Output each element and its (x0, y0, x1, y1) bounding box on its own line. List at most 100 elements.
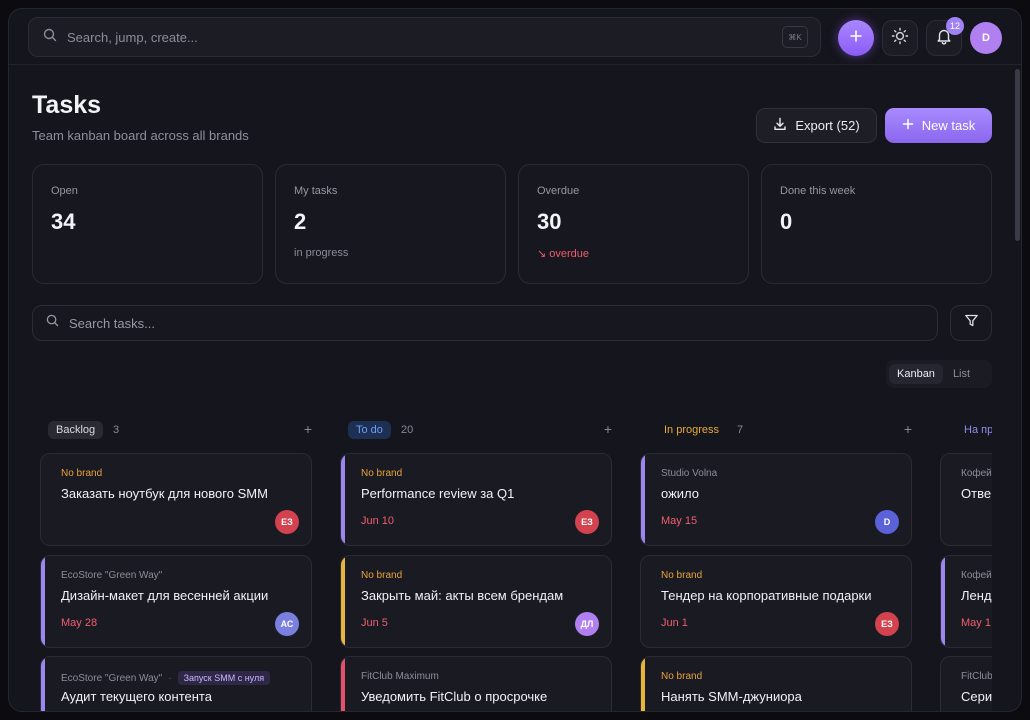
add-task-to-column-button[interactable]: + (604, 421, 612, 437)
card-brand-row: FitClub (961, 671, 992, 682)
stat-hint: in progress (294, 247, 349, 259)
assignee-avatar[interactable]: ЕЗ (275, 510, 299, 534)
plus-icon (849, 29, 863, 48)
card-status-strip (941, 556, 945, 647)
column-header: In progress 7 + (640, 409, 912, 453)
card-brand-row: No brand (361, 570, 402, 581)
card-brand-row: No brand (661, 570, 702, 581)
view-list-tab[interactable]: List (945, 364, 978, 384)
card-title: Нанять SMM-джуниора (661, 689, 802, 704)
card-due-date: May 28 (61, 617, 98, 629)
card-brand-row: FitClub Maximum (361, 671, 439, 682)
task-card[interactable]: Кофей Ленд May 1 (940, 555, 992, 648)
card-brand: Studio Volna (661, 468, 718, 479)
card-title: Сери (961, 689, 992, 704)
sun-icon (891, 27, 909, 50)
task-card[interactable]: Studio Volna ожило May 15 D (640, 453, 912, 546)
separator-dot: · (168, 672, 172, 684)
stat-label: Open (51, 185, 78, 197)
card-title: Тендер на корпоративные подарки (661, 588, 872, 603)
task-search-placeholder: Search tasks... (69, 315, 155, 331)
new-task-label: New task (921, 118, 976, 133)
card-due-date: Jun 1 (661, 617, 688, 629)
add-task-to-column-button[interactable]: + (304, 421, 312, 437)
global-search-input[interactable]: Search, jump, create... ⌘K (28, 17, 821, 57)
card-brand: No brand (661, 671, 703, 682)
shortcut-hint: ⌘K (782, 26, 808, 48)
card-brand: Кофей (961, 468, 992, 479)
card-status-strip (41, 657, 45, 711)
task-card[interactable]: EcoStore "Green Way" · Запуск SMM с нуля Ау… (40, 656, 312, 711)
filter-button[interactable] (950, 305, 992, 341)
task-card[interactable]: No brand Заказать ноутбук для нового SMM Е… (40, 453, 312, 546)
quick-create-button[interactable] (838, 20, 874, 56)
task-card[interactable]: EcoStore "Green Way" Дизайн-макет для вес… (40, 555, 312, 648)
task-card[interactable]: No brand Performance review за Q1 Jun 10 ЕЗ (340, 453, 612, 546)
task-card[interactable]: FitClub Сери (940, 656, 992, 711)
user-avatar[interactable]: D (970, 22, 1002, 54)
scrollbar-thumb[interactable] (1015, 69, 1020, 241)
assignee-avatar[interactable]: ДЛ (575, 612, 599, 636)
task-card[interactable]: No brand Нанять SMM-джуниора (640, 656, 912, 711)
card-brand: No brand (661, 570, 703, 581)
column-title: To do (348, 421, 391, 439)
card-title: Дизайн-макет для весенней акции (61, 588, 269, 603)
task-card[interactable]: FitClub Maximum Уведомить FitClub о проср… (340, 656, 612, 711)
card-brand: FitClub Maximum (361, 671, 439, 682)
card-brand: No brand (61, 468, 103, 479)
new-task-button[interactable]: New task (885, 108, 992, 143)
add-task-to-column-button[interactable]: + (904, 421, 912, 437)
column-count: 7 (737, 424, 744, 436)
card-due-date: Jun 5 (361, 617, 388, 629)
card-title: Performance review за Q1 (361, 486, 515, 501)
card-title: Уведомить FitClub о просрочке (361, 689, 548, 704)
card-brand: Кофей (961, 570, 992, 581)
column-header: Backlog 3 + (40, 409, 312, 453)
assignee-avatar[interactable]: ЕЗ (575, 510, 599, 534)
card-title: Аудит текущего контента (61, 689, 212, 704)
assignee-avatar[interactable]: АС (275, 612, 299, 636)
card-brand-row: Кофей (961, 570, 992, 581)
card-project-tag[interactable]: Запуск SMM с нуля (177, 671, 271, 685)
card-brand-row: EcoStore "Green Way" (61, 570, 162, 581)
assignee-avatar[interactable]: ЕЗ (875, 612, 899, 636)
kanban-column: Backlog 3 + No brand Заказать ноутбук для но… (40, 409, 312, 711)
card-brand: No brand (361, 570, 403, 581)
stat-value: 0 (780, 209, 793, 234)
kanban-column: In progress 7 + Studio Volna ожило May 15 D No … (640, 409, 912, 711)
card-title: Ленд (961, 588, 992, 603)
stat-label: Done this week (780, 185, 856, 197)
card-brand: EcoStore "Green Way" (61, 570, 163, 581)
card-status-strip (341, 657, 345, 711)
notification-count-badge: 12 (946, 17, 964, 35)
column-header: To do 20 + (340, 409, 612, 453)
card-brand-row: No brand (661, 671, 702, 682)
app-window: Search, jump, create... ⌘K 12 D Tasks Te… (8, 8, 1022, 712)
task-card[interactable]: No brand Тендер на корпоративные подарки J… (640, 555, 912, 648)
task-card[interactable]: Кофей Отве (940, 453, 992, 546)
export-label: Export (52) (795, 118, 860, 133)
stat-label: My tasks (294, 185, 338, 197)
task-card[interactable]: No brand Закрыть май: акты всем брендам Ju… (340, 555, 612, 648)
card-brand-row: No brand (361, 468, 402, 479)
column-title: На про (964, 424, 992, 436)
card-title: Отве (961, 486, 992, 501)
search-icon (43, 28, 57, 47)
card-status-strip (41, 556, 45, 647)
card-due-date: May 15 (661, 515, 698, 527)
filter-icon (964, 313, 979, 333)
page-title: Tasks (32, 91, 102, 119)
stat-value: 2 (294, 209, 307, 234)
global-search-placeholder: Search, jump, create... (67, 29, 198, 45)
export-button[interactable]: Export (52) (756, 108, 877, 143)
task-search-input[interactable]: Search tasks... (32, 305, 938, 341)
theme-toggle-button[interactable] (882, 20, 918, 56)
view-kanban-tab[interactable]: Kanban (889, 364, 943, 384)
card-brand-row: No brand (61, 468, 102, 479)
page-scrollbar[interactable] (1013, 65, 1021, 711)
column-header: На про (940, 409, 992, 453)
assignee-avatar[interactable]: D (875, 510, 899, 534)
card-title: ожило (661, 486, 700, 501)
column-count: 3 (113, 424, 120, 436)
card-brand: FitClub (961, 671, 992, 682)
